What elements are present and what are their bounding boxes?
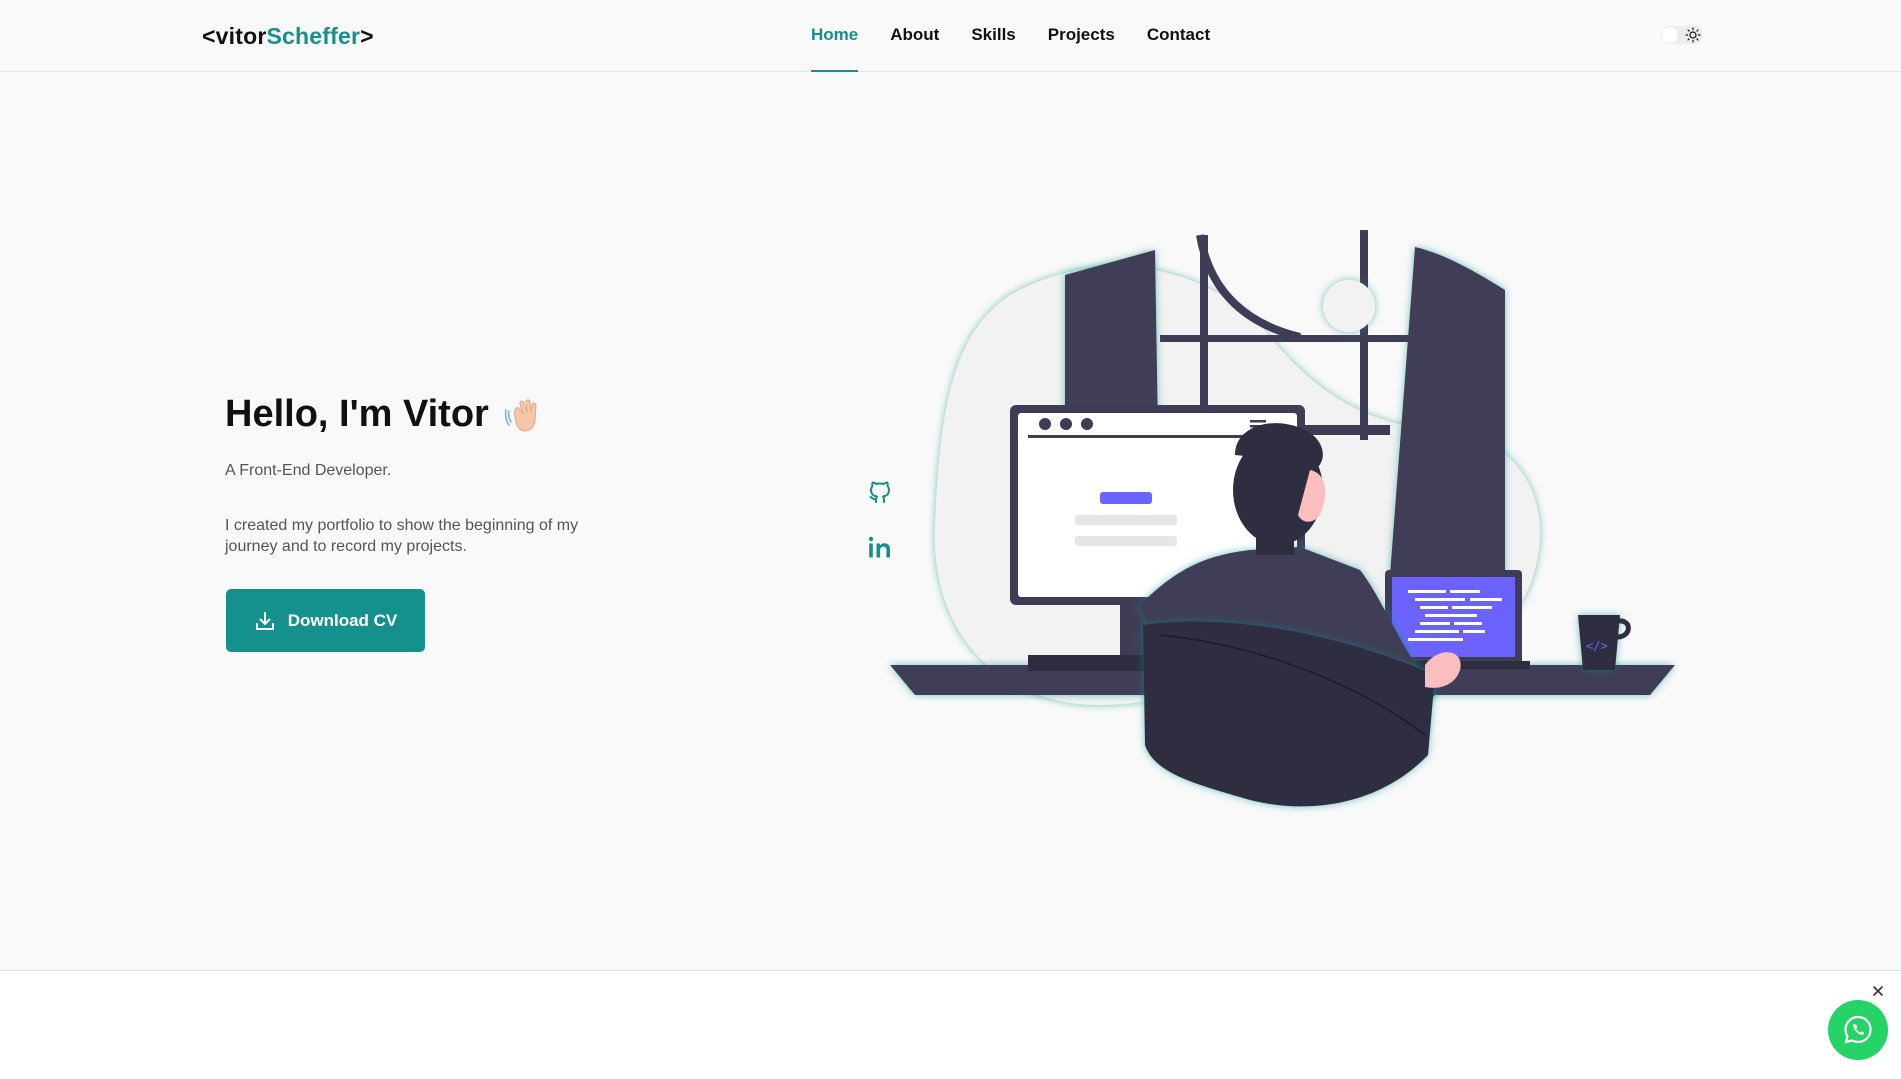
theme-toggle[interactable] <box>1661 26 1703 44</box>
nav-skills[interactable]: Skills <box>971 0 1015 72</box>
nav-projects[interactable]: Projects <box>1048 0 1115 72</box>
logo-highlight: Scheffer <box>266 23 361 49</box>
nav-home[interactable]: Home <box>811 0 859 72</box>
waving-hand-icon <box>504 398 537 431</box>
hero-subtitle: A Front-End Developer. <box>225 462 392 479</box>
download-cv-button[interactable]: Download CV <box>226 589 425 652</box>
hero-description: I created my portfolio to show the begin… <box>225 517 579 555</box>
download-icon <box>255 611 274 630</box>
sun-icon <box>1685 27 1701 43</box>
toggle-knob <box>1662 27 1678 43</box>
whatsapp-icon <box>1844 1015 1872 1044</box>
download-cv-label: Download CV <box>287 610 398 630</box>
main-nav: Home About Skills Projects Contact <box>811 0 1242 72</box>
footer-strip <box>0 970 1901 1079</box>
logo-name: vitor <box>215 23 267 49</box>
nav-contact[interactable]: Contact <box>1147 0 1210 72</box>
close-icon[interactable] <box>1871 984 1885 998</box>
top-navbar: <vitorScheffer> Home About Skills Projec… <box>0 0 1901 72</box>
developer-illustration: </> <box>890 230 1675 807</box>
hero-title: Hello, I'm Vitor <box>225 393 543 436</box>
logo-bracket-close: > <box>360 23 374 49</box>
nav-about[interactable]: About <box>890 0 939 72</box>
moon <box>1323 280 1375 332</box>
svg-text:</>: </> <box>1586 639 1608 653</box>
whatsapp-button[interactable] <box>1828 1000 1888 1060</box>
right-pillar <box>1390 247 1505 575</box>
hero-title-text: Hello, I'm Vitor <box>225 393 489 435</box>
site-logo[interactable]: <vitorScheffer> <box>202 23 374 50</box>
logo-bracket-open: < <box>202 23 216 49</box>
